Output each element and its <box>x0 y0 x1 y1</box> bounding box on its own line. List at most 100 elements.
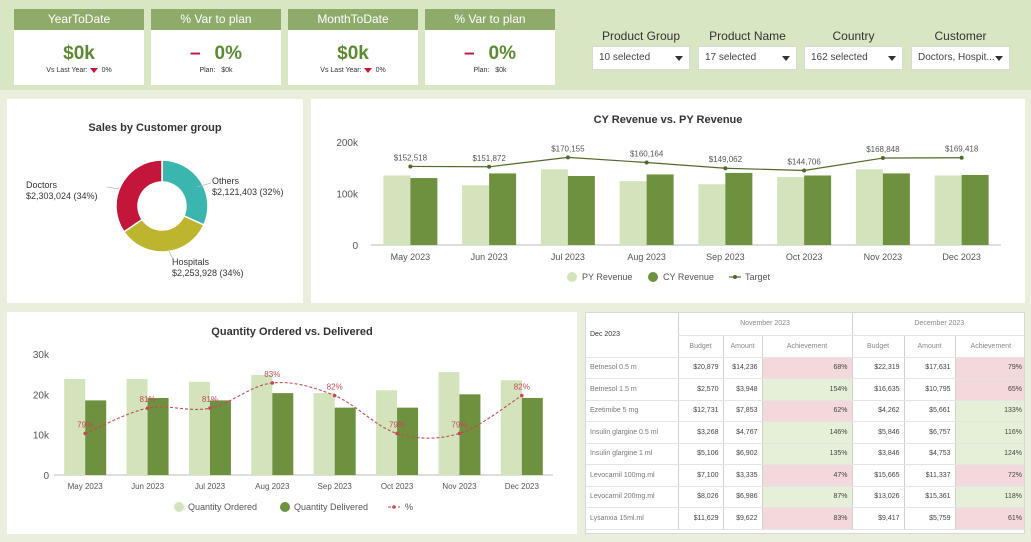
column-header: Achievement <box>954 335 1024 358</box>
percent-point <box>332 393 337 398</box>
budget-cell: $2,570 <box>677 378 723 401</box>
quantity-delivered-bar <box>147 397 169 475</box>
cy-revenue-bar <box>725 172 753 245</box>
budget-cell: $11,629 <box>677 507 723 530</box>
budget-cell: $7,100 <box>677 464 723 487</box>
slice-name-label: Others <box>212 176 240 186</box>
caret-down-icon <box>782 56 790 61</box>
amount-cell: $6,757 <box>903 421 956 444</box>
percent-label: 83% <box>264 370 280 379</box>
amount-cell: $6,902 <box>722 443 762 465</box>
percent-label: 79% <box>451 420 467 429</box>
quantity-ordered-bar <box>500 380 522 475</box>
product-name-cell: Levocarnil 100mg.ml <box>586 464 678 487</box>
x-tick-label: Nov 2023 <box>864 252 903 262</box>
legend-swatch-cy <box>648 272 658 282</box>
month-selector[interactable]: Dec 2023 <box>586 313 678 358</box>
achievement-cell: 83% <box>761 507 853 530</box>
percent-point <box>395 431 399 436</box>
donut-slice-others <box>161 159 209 226</box>
x-tick-label: Aug 2023 <box>627 252 666 262</box>
achievement-cell: 154% <box>761 378 853 401</box>
slice-value-label: $2,303,024 (34%) <box>26 191 98 201</box>
amount-cell: $5,759 <box>903 507 956 530</box>
achievement-cell: 135% <box>761 443 853 465</box>
kpi-card-var-plan-mtd: % Var to plan –0% Plan: $0k <box>425 9 555 85</box>
sales-by-customer-panel: Sales by Customer group Others $2,121,403… <box>7 99 303 303</box>
caret-down-icon <box>995 56 1003 61</box>
down-arrow-icon <box>363 67 372 73</box>
budget-cell: $5,106 <box>677 443 723 465</box>
kpi-value: $0k <box>337 43 369 64</box>
achievement-cell: 118% <box>954 486 1024 508</box>
quantity-panel: Quantity Ordered vs. Delivered 0 10k 20k 30… <box>7 312 577 534</box>
kpi-title: % Var to plan <box>151 9 281 30</box>
legend-swatch-target-dot <box>733 275 737 279</box>
achievement-cell: 72% <box>954 464 1024 487</box>
x-tick-label: Jul 2023 <box>551 252 585 262</box>
product-name-select[interactable]: 17 selected <box>698 46 797 70</box>
down-arrow-icon <box>89 67 98 73</box>
donut-chart: Others$2,121,403 (32%) Hospitals$2,253,92… <box>26 159 284 278</box>
table-row: Levocarnil 100mg.ml $7,100 $3,335 47% $15,66… <box>586 464 1024 487</box>
quantity-ordered-bar <box>251 374 273 475</box>
y-tick-label: 20k <box>33 390 50 401</box>
kpi-card-mtd: MonthToDate $0k Vs Last Year: 0% <box>288 9 418 85</box>
quantity-chart: 0 10k 20k 30k May 2023 Jun 2023 Jul 2023 Aug 20… <box>33 350 553 512</box>
x-tick-label: Nov 2023 <box>442 482 477 491</box>
slice-name-label: Doctors <box>26 180 58 190</box>
slice-name-label: Hospitals <box>172 257 210 267</box>
y-tick-label: 10k <box>33 431 50 442</box>
percent-point <box>520 393 524 398</box>
percent-point <box>145 406 150 410</box>
kpi-card-ytd: YearToDate $0k Vs Last Year: 0% <box>14 9 144 85</box>
budget-cell: $3,268 <box>677 421 723 444</box>
kpi-value: 0% <box>214 43 243 64</box>
quantity-ordered-bar <box>313 393 335 475</box>
x-tick-label: Jun 2023 <box>131 482 164 491</box>
percent-label: 81% <box>140 395 156 404</box>
budget-cell: $15,665 <box>851 464 905 487</box>
percent-point <box>457 431 462 436</box>
x-tick-label: May 2023 <box>391 252 431 262</box>
column-header: Amount <box>722 335 762 358</box>
column-header: Budget <box>851 335 905 358</box>
kpi-value: 0% <box>488 43 517 64</box>
kpi-sub-label: Vs Last Year: <box>46 67 88 74</box>
budget-cell: $5,846 <box>851 421 905 444</box>
target-label: $151,872 <box>472 154 506 163</box>
customer-select[interactable]: Doctors, Hospit... <box>911 46 1010 70</box>
target-label: $168,848 <box>866 145 900 154</box>
product-group-select[interactable]: 10 selected <box>592 46 690 70</box>
product-name-cell: Ezetimibe 5 mg <box>586 400 678 422</box>
dash-icon: – <box>189 43 201 64</box>
budget-cell: $22,319 <box>851 357 905 379</box>
slice-value-label: $2,121,403 (32%) <box>212 187 284 197</box>
achievement-cell: 79% <box>954 357 1024 379</box>
amount-cell: $11,337 <box>903 464 956 487</box>
achievement-cell: 61% <box>954 507 1024 530</box>
table-row: Insulin glargine 0.5 ml $3,268 $4,767 146% $… <box>586 421 1024 444</box>
table-row: Betnesol 1.5 m $2,570 $3,948 154% $16,635 $10… <box>586 378 1024 401</box>
budget-cell: $12,731 <box>677 400 723 422</box>
legend-swatch-delivered <box>280 502 290 512</box>
percent-point <box>83 431 87 436</box>
legend-label: Quantity Ordered <box>188 502 257 512</box>
achievement-cell: 47% <box>761 464 853 487</box>
quantity-delivered-bar <box>209 400 231 475</box>
amount-cell: $9,622 <box>722 507 762 530</box>
y-tick-label: 0 <box>352 241 358 252</box>
product-name-cell: Insulin glargine 0.5 ml <box>586 421 678 444</box>
amount-cell: $6,986 <box>722 486 762 508</box>
kpi-value: $0k <box>63 43 95 64</box>
quantity-delivered-bar <box>397 407 419 475</box>
achievement-cell: 116% <box>954 421 1024 444</box>
country-select[interactable]: 162 selected <box>804 46 903 70</box>
x-tick-label: Oct 2023 <box>381 482 414 491</box>
x-tick-label: Sep 2023 <box>318 482 353 491</box>
kpi-title: YearToDate <box>14 9 144 30</box>
y-tick-label: 200k <box>336 138 359 149</box>
select-value: 17 selected <box>705 52 757 63</box>
amount-cell: $5,661 <box>903 400 956 422</box>
target-label: $170,155 <box>551 144 585 153</box>
